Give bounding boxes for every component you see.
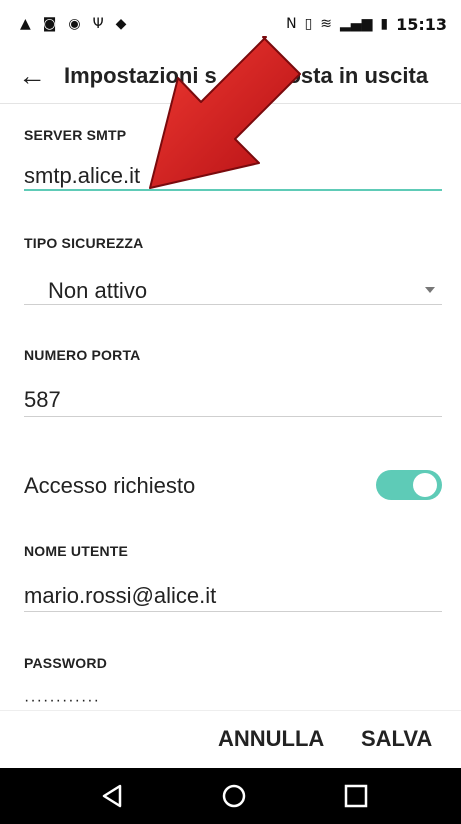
port-number-underline (24, 416, 442, 417)
battery-icon: ▮ (380, 16, 389, 32)
status-icons-left: ▲ ◙ ◉ Ψ ◆ (20, 16, 126, 32)
cancel-button[interactable]: ANNULLA (218, 726, 324, 752)
login-required-label: Accesso richiesto (24, 473, 196, 498)
password-input[interactable]: ············ (24, 692, 100, 710)
username-input[interactable]: mario.rossi@alice.it (24, 583, 216, 609)
app-bar: ← Impostazioni s Posta in uscita (0, 48, 461, 104)
dropdown-arrow-icon[interactable] (425, 287, 435, 293)
lock-icon: ◙ (42, 16, 57, 32)
recents-square-icon[interactable] (342, 782, 370, 810)
username-label: NOME UTENTE (24, 543, 129, 559)
signal-icon: ▂▄▆ (340, 16, 373, 32)
navigation-bar (0, 768, 461, 824)
footer-divider (0, 710, 461, 711)
smtp-server-label: SERVER SMTP (24, 127, 127, 143)
smtp-server-input[interactable]: smtp.alice.it (24, 163, 140, 189)
security-type-select[interactable]: Non attivo (48, 278, 147, 304)
android-icon: ◆ (115, 16, 127, 32)
username-underline (24, 611, 442, 612)
smtp-server-underline (24, 189, 442, 191)
save-button[interactable]: SALVA (361, 726, 432, 752)
toggle-knob (413, 473, 437, 497)
page-title-right: Posta in uscita (272, 62, 429, 88)
status-icons-right: Ν ▯ ≋ ▂▄▆ ▮ 15:13 (286, 15, 447, 34)
wifi-icon: ≋ (320, 16, 333, 32)
status-bar: ▲ ◙ ◉ Ψ ◆ Ν ▯ ≋ ▂▄▆ ▮ 15:13 (0, 0, 461, 48)
status-time: 15:13 (396, 14, 447, 34)
nfc-icon: Ν (286, 16, 297, 32)
home-circle-icon[interactable] (220, 782, 248, 810)
back-arrow-icon[interactable]: ← (18, 61, 48, 90)
security-type-label: TIPO SICUREZZA (24, 235, 144, 251)
alarm-icon: ▲ (20, 16, 31, 32)
page-title: Impostazioni s Posta in uscita (64, 63, 428, 89)
vibrate-icon: ▯ (304, 16, 313, 32)
page-title-left: Impostazioni s (64, 62, 217, 88)
password-label: PASSWORD (24, 655, 108, 671)
security-type-underline (24, 304, 442, 305)
port-number-input[interactable]: 587 (24, 387, 61, 413)
port-number-label: NUMERO PORTA (24, 347, 141, 363)
usb-icon: Ψ (92, 16, 104, 32)
signal-notify-icon: ◉ (68, 16, 81, 32)
back-triangle-icon[interactable] (98, 782, 126, 810)
